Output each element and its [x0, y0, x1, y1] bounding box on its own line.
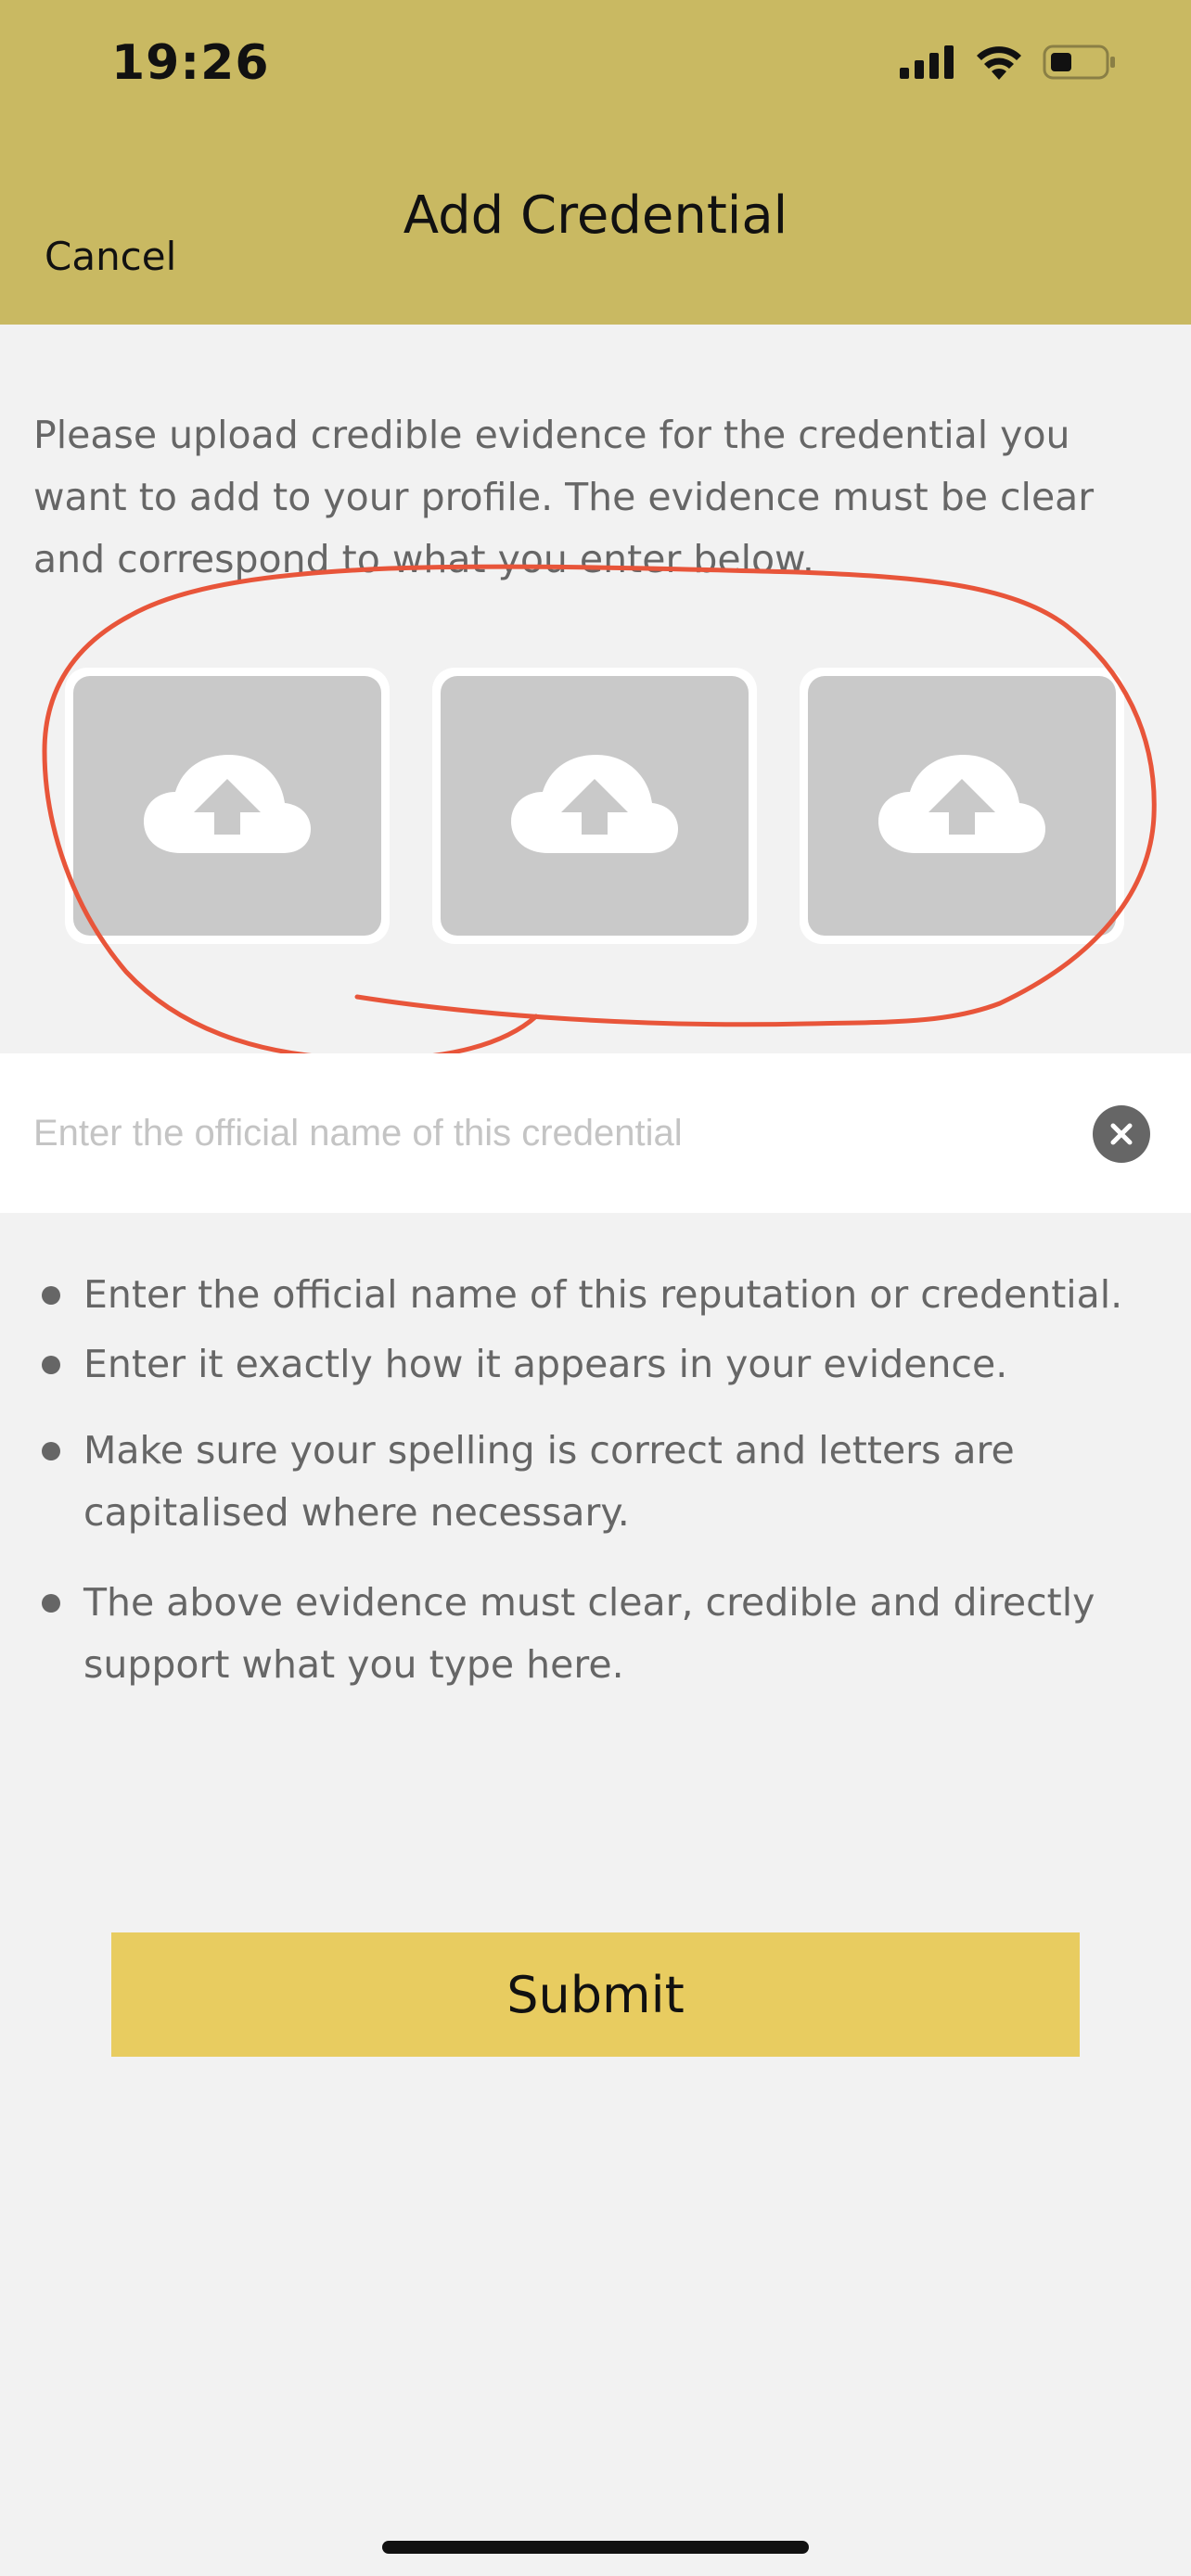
cloud-upload-icon — [878, 755, 1045, 853]
cancel-button[interactable]: Cancel — [45, 234, 176, 279]
guideline-text: Enter it exactly how it appears in your … — [83, 1342, 1008, 1386]
battery-icon — [1043, 45, 1115, 80]
header: 19:26 Add Credential Cancel — [0, 0, 1191, 325]
cellular-signal-icon — [900, 45, 954, 79]
guideline-text: Make sure your spelling is correct and l… — [83, 1428, 1015, 1535]
guideline-text: The above evidence must clear, credible … — [83, 1580, 1095, 1687]
intro-text: Please upload credible evidence for the … — [33, 413, 1095, 581]
bullet-icon — [42, 1442, 60, 1460]
upload-slot-2[interactable] — [432, 668, 757, 944]
list-item: The above evidence must clear, credible … — [42, 1572, 1159, 1696]
cloud-upload-icon — [511, 755, 678, 853]
add-credential-screen: 19:26 Add Credential Cancel Please uploa… — [0, 0, 1191, 2576]
page-title: Add Credential — [403, 185, 788, 246]
guideline-text: Enter the official name of this reputati… — [83, 1272, 1123, 1317]
list-item: Make sure your spelling is correct and l… — [42, 1420, 1159, 1544]
submit-button[interactable]: Submit — [111, 1932, 1080, 2057]
upload-slot-3[interactable] — [800, 668, 1124, 944]
bullet-icon — [42, 1356, 60, 1374]
upload-tile — [808, 676, 1116, 936]
home-indicator — [382, 2541, 809, 2554]
status-time: 19:26 — [111, 35, 270, 91]
cloud-upload-icon — [144, 755, 311, 853]
credential-name-row — [0, 1053, 1191, 1213]
list-item: Enter it exactly how it appears in your … — [42, 1333, 1159, 1396]
upload-tile — [441, 676, 749, 936]
upload-tile — [73, 676, 381, 936]
clear-button[interactable] — [1093, 1105, 1150, 1163]
wifi-icon — [977, 46, 1021, 80]
upload-slot-1[interactable] — [65, 668, 390, 944]
credential-name-input[interactable] — [33, 1053, 1072, 1213]
status-icons — [900, 45, 1117, 80]
bullet-icon — [42, 1286, 60, 1305]
bullet-icon — [42, 1594, 60, 1613]
list-item: Enter the official name of this reputati… — [42, 1264, 1159, 1326]
clear-icon — [1110, 1123, 1133, 1145]
